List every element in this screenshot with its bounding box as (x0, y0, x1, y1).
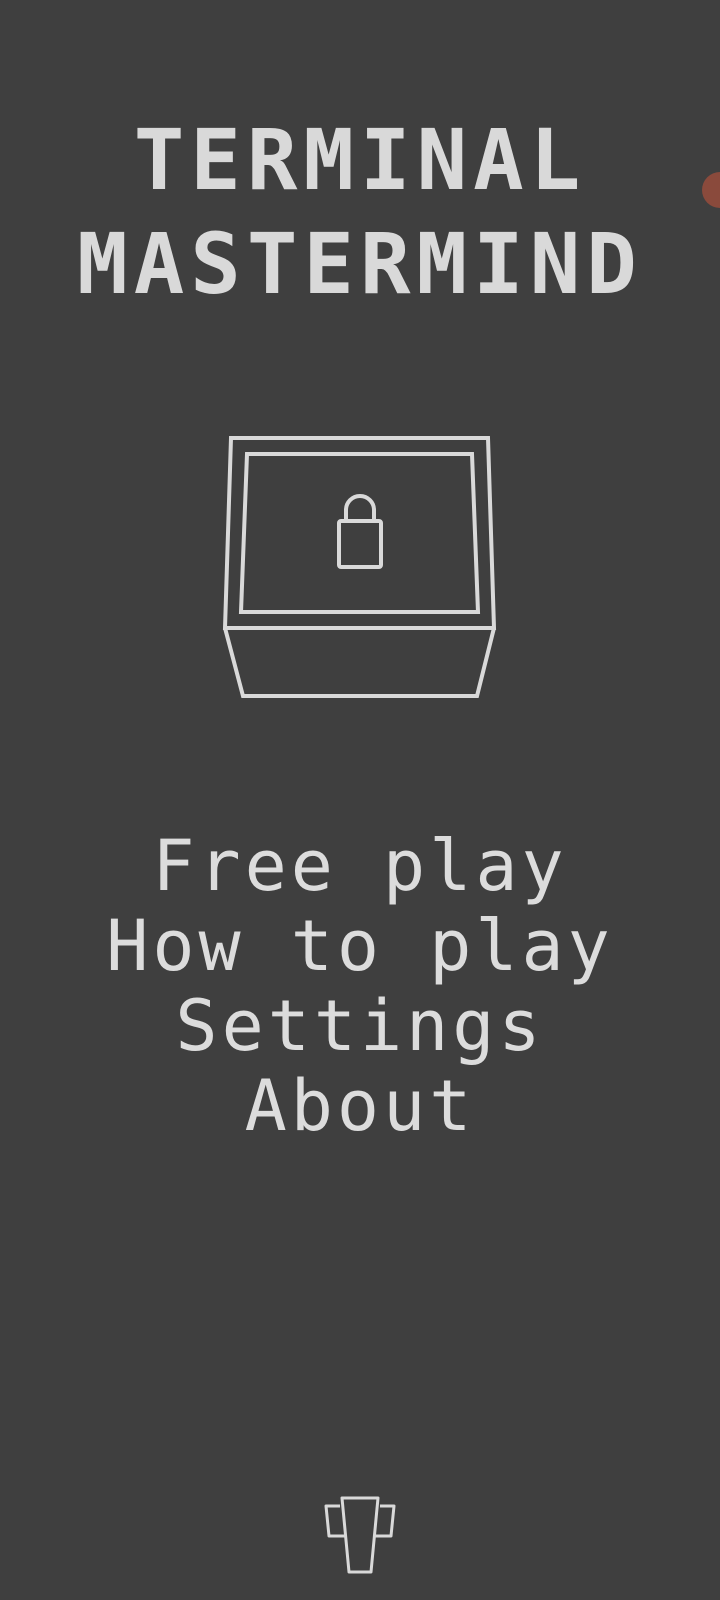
menu-item-free-play[interactable]: Free play (0, 826, 720, 906)
menu-item-settings[interactable]: Settings (0, 986, 720, 1066)
locked-box-icon (222, 436, 497, 698)
app-title: TERMINAL MASTERMIND (0, 108, 720, 316)
menu-item-about[interactable]: About (0, 1066, 720, 1146)
trophy-icon[interactable] (324, 1494, 396, 1576)
app-title-line-1: TERMINAL (133, 111, 587, 209)
main-menu: Free play How to play Settings About (0, 826, 720, 1146)
app-title-line-2: MASTERMIND (77, 215, 643, 313)
menu-item-how-to-play[interactable]: How to play (0, 906, 720, 986)
